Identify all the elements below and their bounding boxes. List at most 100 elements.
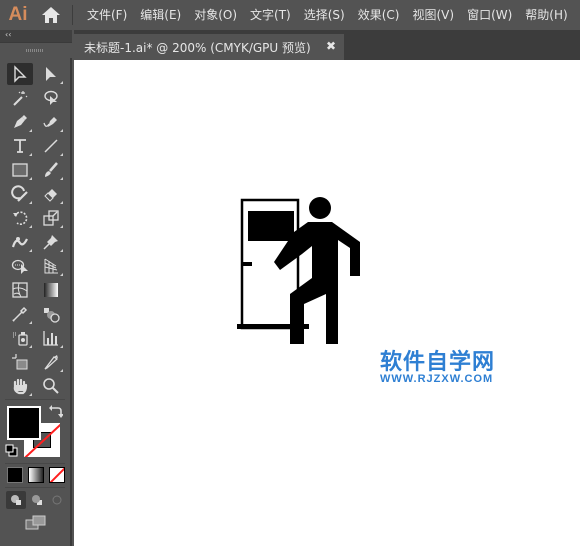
paintbrush-icon (45, 162, 58, 177)
document-tab-bar: 未标题-1.ai* @ 200% (CMYK/GPU 预览) ✖ (74, 30, 580, 60)
scale-tool[interactable] (38, 207, 64, 229)
rotate-icon (13, 211, 28, 225)
eyedropper-tool[interactable] (7, 303, 33, 325)
document-tab[interactable]: 未标题-1.ai* @ 200% (CMYK/GPU 预览) ✖ (74, 34, 344, 60)
gradient-icon (44, 283, 58, 297)
column-graph-tool[interactable] (38, 327, 64, 349)
swap-fill-stroke-icon[interactable] (49, 405, 63, 419)
draw-inside-button[interactable] (47, 491, 67, 509)
hand-icon (13, 378, 28, 395)
puppet-warp-tool[interactable] (38, 231, 64, 253)
warp-tool[interactable] (7, 231, 33, 253)
draw-behind-icon (32, 495, 42, 505)
fill-swatch[interactable] (7, 406, 41, 440)
gradient-mode-button[interactable] (28, 467, 44, 483)
toolbar-grip[interactable] (0, 42, 72, 58)
perspective-grid-tool[interactable] (38, 255, 64, 277)
pushpin-icon (43, 235, 58, 250)
draw-behind-button[interactable] (27, 491, 47, 509)
door-handle (242, 262, 252, 266)
draw-normal-button[interactable] (6, 491, 26, 509)
magic-wand-icon (13, 91, 28, 106)
type-tool[interactable] (7, 135, 33, 157)
eyedropper-icon (12, 306, 28, 322)
document-tab-title: 未标题-1.ai* @ 200% (CMYK/GPU 预览) (84, 40, 311, 55)
shape-builder-icon (11, 259, 28, 274)
selection-arrow-icon (14, 65, 27, 83)
home-icon (42, 7, 60, 23)
curvature-pen-icon (43, 117, 57, 127)
lasso-tool[interactable] (38, 87, 64, 109)
type-t-icon (14, 139, 26, 153)
rotate-tool[interactable] (7, 207, 33, 229)
person-head (309, 197, 331, 219)
rectangle-icon (12, 163, 28, 177)
scale-icon (43, 210, 59, 226)
shaper-tool[interactable] (7, 183, 33, 205)
menu-help[interactable]: 帮助(H) (519, 0, 573, 30)
default-fill-stroke-icon[interactable] (5, 444, 18, 457)
color-mode-button[interactable] (7, 467, 23, 483)
menu-separator (72, 5, 73, 25)
draw-inside-icon (52, 495, 62, 505)
magic-wand-tool[interactable] (7, 87, 33, 109)
home-button[interactable] (36, 0, 66, 30)
toolbar-divider (5, 487, 65, 488)
direct-selection-tool[interactable] (38, 63, 64, 85)
artboard-icon (12, 354, 28, 370)
slice-tool[interactable] (38, 351, 64, 373)
blend-tool[interactable] (38, 303, 64, 325)
app-logo: Ai (8, 4, 28, 25)
menu-window[interactable]: 窗口(W) (461, 0, 518, 30)
menu-select[interactable]: 选择(S) (298, 0, 351, 30)
mesh-tool[interactable] (7, 279, 33, 301)
menu-edit[interactable]: 编辑(E) (134, 0, 187, 30)
shape-builder-tool[interactable] (7, 255, 33, 277)
pen-tool[interactable] (7, 111, 33, 133)
curvature-tool[interactable] (38, 111, 64, 133)
line-icon (44, 139, 58, 153)
draw-normal-icon (11, 495, 21, 505)
toolbar-header: ‹‹ (0, 30, 72, 42)
symbol-sprayer-tool[interactable] (7, 327, 33, 349)
paintbrush-tool[interactable] (38, 159, 64, 181)
menu-bar: Ai 文件(F) 编辑(E) 对象(O) 文字(T) 选择(S) 效果(C) 视… (0, 0, 580, 30)
menu-effect[interactable]: 效果(C) (352, 0, 406, 30)
perspective-grid-icon (44, 258, 58, 274)
mesh-icon (12, 282, 28, 298)
symbol-sprayer-icon (13, 332, 28, 346)
close-tab-icon[interactable]: ✖ (326, 39, 336, 53)
blend-icon (44, 308, 60, 323)
column-graph-icon (43, 331, 58, 346)
menu-type[interactable]: 文字(T) (244, 0, 297, 30)
slice-knife-icon (44, 355, 59, 370)
line-segment-tool[interactable] (38, 135, 64, 157)
watermark-url: WWW.RJZXW.COM (380, 373, 494, 385)
eraser-tool[interactable] (38, 183, 64, 205)
artboard-tool[interactable] (7, 351, 33, 373)
rectangle-tool[interactable] (7, 159, 33, 181)
toolbar-divider (5, 463, 65, 464)
pen-icon (14, 115, 27, 128)
door-window (248, 211, 294, 241)
none-mode-button[interactable] (49, 467, 65, 483)
zoom-tool[interactable] (38, 375, 64, 397)
selection-tool[interactable] (7, 63, 33, 85)
direct-selection-arrow-icon (46, 67, 56, 81)
lasso-icon (44, 90, 58, 105)
artboard-canvas[interactable]: 软件自学网 WWW.RJZXW.COM (74, 60, 580, 546)
gradient-tool[interactable] (38, 279, 64, 301)
warp-icon (11, 237, 28, 248)
grip-dots (26, 49, 44, 52)
magnifier-icon (43, 378, 59, 394)
menu-object[interactable]: 对象(O) (188, 0, 243, 30)
eraser-icon (44, 189, 57, 202)
shaper-icon (11, 185, 28, 202)
menu-view[interactable]: 视图(V) (406, 0, 460, 30)
person-exiting-door-artwork[interactable] (234, 194, 369, 346)
menu-file[interactable]: 文件(F) (81, 0, 133, 30)
collapse-panel-button[interactable]: ‹‹ (5, 30, 11, 39)
hand-tool[interactable] (7, 375, 33, 397)
toolbar-divider (5, 399, 65, 400)
screen-mode-icon[interactable] (25, 515, 47, 530)
